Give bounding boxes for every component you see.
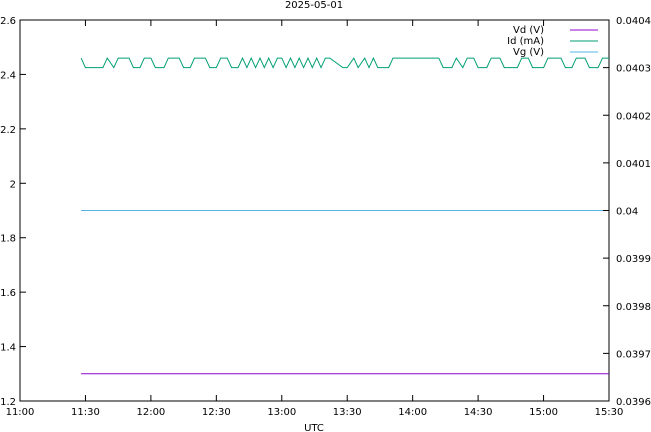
left-tick-label: 2.2 <box>0 125 16 136</box>
right-tick-label: 0.0398 <box>616 302 651 313</box>
legend: Vd (V)Id (mA)Vg (V) <box>507 25 598 58</box>
legend-label-vg: Vg (V) <box>513 47 544 58</box>
left-tick-label: 1.4 <box>0 343 16 354</box>
right-axis: 0.03960.03970.03980.03990.040.04010.0402… <box>603 16 651 408</box>
left-tick-label: 2.4 <box>0 70 16 81</box>
series-layer <box>80 56 609 375</box>
x-tick-label: 13:30 <box>333 407 362 418</box>
x-tick-label: 14:30 <box>464 407 493 418</box>
line-chart: 1.21.41.61.822.22.42.6 0.03960.03970.039… <box>0 0 651 432</box>
x-axis: 11:00 11:30 12:00 12:30 13:00 13:30 14:00 14:30… <box>6 20 624 418</box>
x-tick-label: 15:30 <box>595 407 624 418</box>
right-tick-label: 0.04 <box>616 207 638 218</box>
right-tick-label: 0.0401 <box>616 159 651 170</box>
x-tick-label: 13:00 <box>267 407 296 418</box>
legend-label-vd: Vd (V) <box>513 25 544 36</box>
right-tick-label: 0.0404 <box>616 16 651 27</box>
legend-label-id: Id (mA) <box>507 36 544 47</box>
x-tick-label: 12:30 <box>202 407 231 418</box>
left-tick-label: 1.8 <box>0 234 16 245</box>
right-tick-label: 0.0397 <box>616 349 651 360</box>
x-tick-label: 11:00 <box>6 407 35 418</box>
right-tick-label: 0.0399 <box>616 254 651 265</box>
x-tick-label: 11:30 <box>71 407 100 418</box>
left-tick-label: 1.6 <box>0 288 16 299</box>
right-tick-label: 0.0402 <box>616 111 651 122</box>
left-tick-label: 2 <box>10 179 16 190</box>
left-tick-label: 2.6 <box>0 16 16 27</box>
x-tick-label: 12:00 <box>136 407 165 418</box>
x-tick-label: 15:00 <box>529 407 558 418</box>
x-axis-label: UTC <box>304 423 324 432</box>
right-tick-label: 0.0403 <box>616 64 651 75</box>
chart-title: 2025-05-01 <box>285 0 343 11</box>
x-tick-label: 14:00 <box>398 407 427 418</box>
series-line-id <box>80 56 609 69</box>
left-axis: 1.21.41.61.822.22.42.6 <box>0 16 26 408</box>
